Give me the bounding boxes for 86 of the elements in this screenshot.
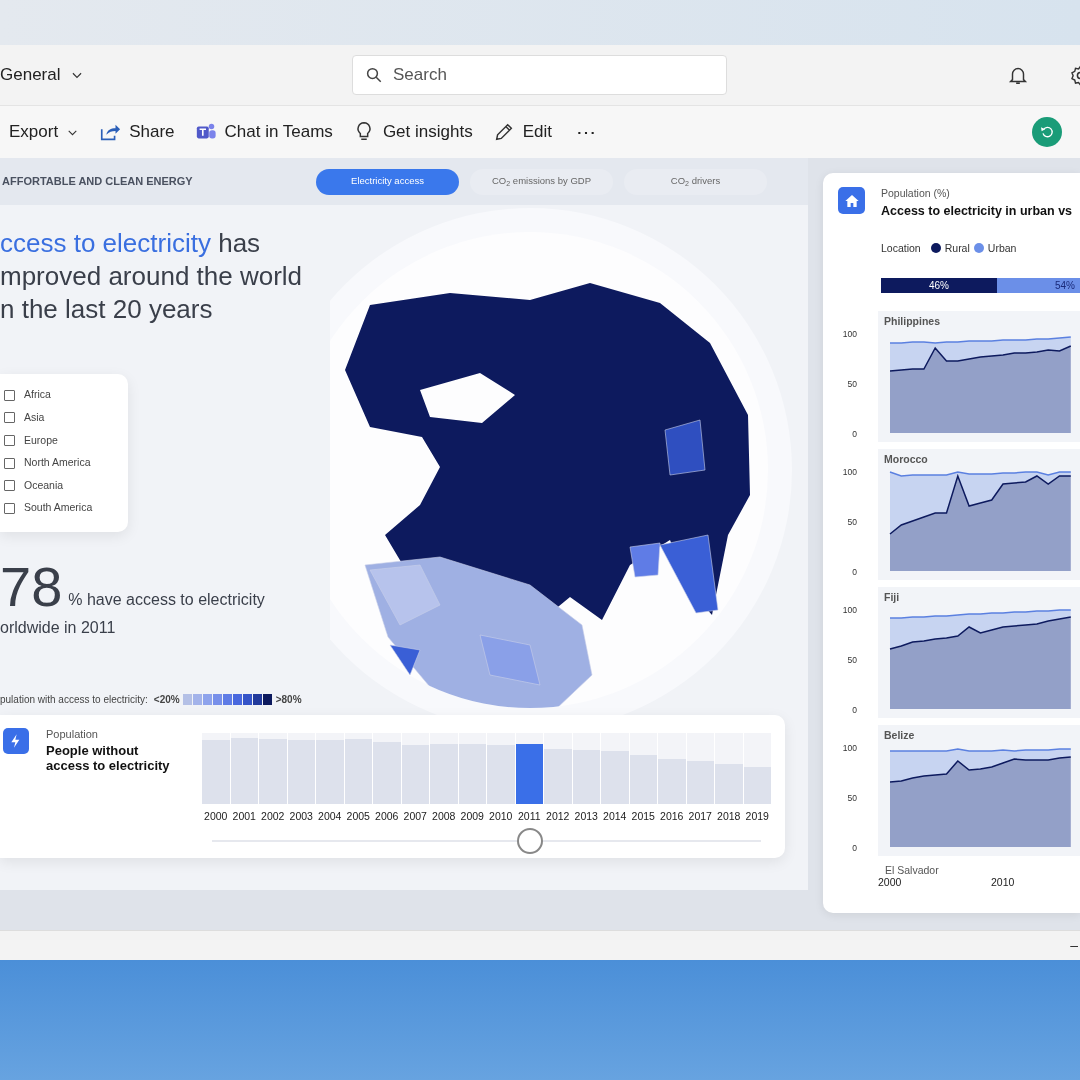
toolbar-button[interactable]: Edit [492, 119, 552, 145]
export-dropdown[interactable]: Export [9, 119, 80, 145]
checkbox[interactable] [4, 412, 15, 424]
checkbox-label[interactable]: South America [24, 500, 93, 517]
toolbar-button[interactable]: Share [99, 119, 175, 145]
y-tick-label: 100 [842, 328, 857, 339]
y-tick-label: 50 [847, 378, 857, 389]
refresh-button[interactable] [1032, 117, 1062, 147]
workspace-name[interactable]: General [0, 62, 61, 88]
refresh-icon [1039, 124, 1055, 140]
year-label: 2016 [660, 809, 684, 824]
stat-caption: % have access to electricity [68, 589, 265, 610]
chart-title: Morocco [884, 453, 928, 466]
year-label: 2019 [745, 809, 769, 824]
year-label: 2007 [403, 809, 427, 824]
year-label: 2004 [318, 809, 342, 824]
more-options-button[interactable]: ⋯ [575, 117, 596, 147]
page-tab[interactable]: CO$_{2}$ emissions by GDP [470, 168, 613, 195]
checkbox[interactable] [4, 435, 15, 446]
legend-label: Rural [944, 240, 970, 256]
page-tab[interactable]: CO$_{2}$ drivers [624, 168, 767, 195]
chart-title: El Salvador [885, 863, 940, 876]
year-label: 2009 [460, 809, 484, 824]
y-tick-label: 50 [847, 792, 857, 803]
year-label: 2000 [204, 809, 228, 824]
page-tab[interactable]: Electricity access [316, 168, 459, 195]
chart-title: Belize [884, 729, 915, 742]
legend-high-label: >80% [275, 692, 302, 707]
checkbox-label[interactable]: Oceania [24, 477, 64, 494]
y-tick-label: 0 [852, 704, 857, 715]
home-icon [838, 187, 865, 214]
legend-title: Location [881, 240, 921, 256]
y-tick-label: 100 [842, 742, 857, 753]
legend-label: pulation with access to electricity: [0, 692, 148, 707]
checkbox[interactable] [4, 502, 15, 514]
checkbox[interactable] [4, 480, 15, 492]
x-tick-label: 2010 [991, 875, 1015, 891]
y-tick-label: 0 [852, 842, 857, 853]
y-tick-label: 0 [852, 566, 857, 577]
year-label: 2006 [375, 809, 399, 824]
toolbar-button[interactable]: Get insights [352, 119, 473, 145]
panel-subtitle: Population (%) [881, 186, 951, 201]
toolbar-button[interactable]: Chat in Teams [194, 119, 333, 145]
panel-title: Access to electricity in urban vs [881, 202, 1073, 220]
checkbox-label[interactable]: North America [24, 455, 91, 471]
year-label: 2011 [517, 809, 541, 824]
year-label: 2003 [289, 809, 313, 824]
checkbox-label[interactable]: Europe [24, 432, 58, 449]
y-tick-label: 0 [852, 428, 857, 439]
stat-caption: orldwide in 2011 [0, 617, 117, 638]
headline: ccess to electricity has mproved around the world n the last 20 years [0, 227, 304, 326]
chart-title: Philippines [884, 315, 940, 328]
chart-title: Fiji [884, 591, 900, 604]
year-label: 2012 [546, 809, 570, 824]
year-label: 2014 [603, 809, 627, 824]
year-label: 2008 [432, 809, 456, 824]
share-fill: 46% [881, 278, 997, 294]
stat-value: 78 [0, 561, 63, 612]
checkbox[interactable] [4, 389, 15, 401]
year-label: 2015 [631, 809, 655, 824]
zoom-out-control[interactable]: – [1070, 935, 1078, 956]
year-label: 2005 [346, 809, 370, 824]
checkbox[interactable] [4, 457, 15, 469]
legend-low-label: <20% [153, 692, 180, 707]
year-label: 2013 [574, 809, 598, 824]
section-title: AFFORTABLE AND CLEAN ENERGY [1, 174, 194, 190]
y-tick-label: 100 [842, 604, 857, 615]
lightning-icon [3, 728, 29, 754]
legend-label: Urban [987, 240, 1017, 256]
y-tick-label: 50 [847, 516, 857, 527]
checkbox-label[interactable]: Africa [24, 387, 51, 404]
slider-thumb[interactable] [516, 827, 543, 854]
year-label: 2018 [717, 809, 741, 824]
y-tick-label: 100 [842, 466, 857, 477]
x-tick-label: 2000 [878, 875, 902, 891]
year-label: 2002 [261, 809, 285, 824]
year-bar[interactable] [515, 744, 543, 804]
checkbox-label[interactable]: Asia [24, 410, 45, 426]
card-title: People without access to electricity [46, 742, 171, 773]
y-tick-label: 50 [847, 654, 857, 665]
share-label: 54% [1053, 279, 1076, 294]
search-field[interactable]: Search [352, 55, 727, 95]
year-label: 2010 [489, 809, 513, 824]
year-label: 2001 [232, 809, 256, 824]
year-label: 2017 [688, 809, 712, 824]
card-subtitle: Population [46, 727, 99, 742]
